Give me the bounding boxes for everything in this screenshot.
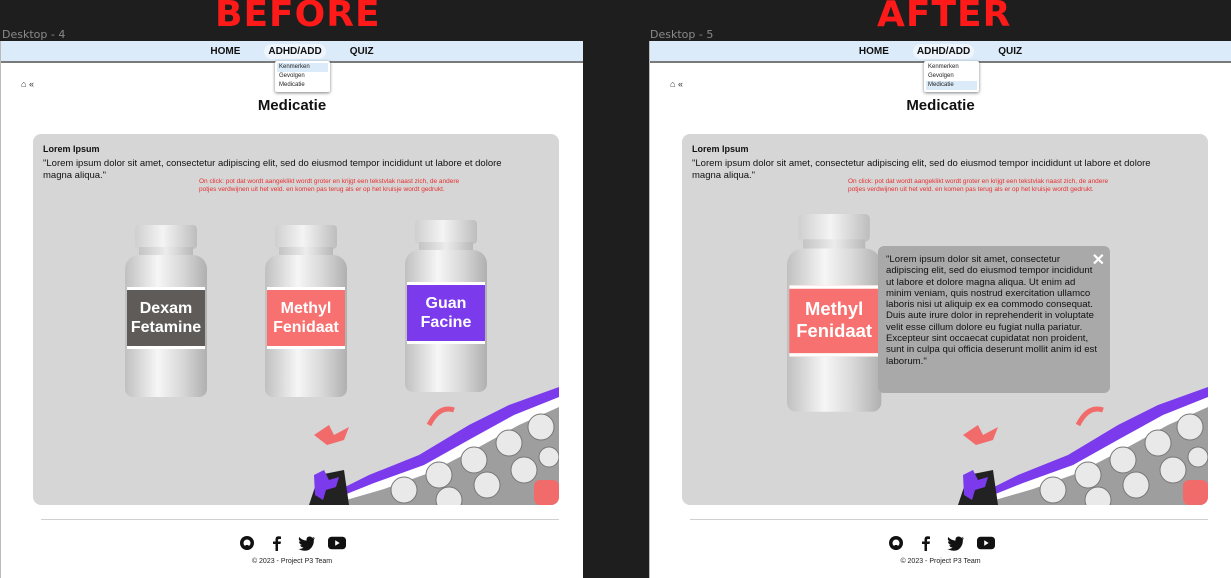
home-icon[interactable]: ⌂ — [670, 79, 675, 89]
footer-divider — [41, 519, 559, 520]
pill-bottle-dexamfetamine[interactable]: Dexam Fetamine — [125, 225, 207, 397]
breadcrumb: ⌂ « — [670, 79, 683, 89]
pill-label: Methyl Fenidaat — [267, 287, 345, 349]
annotation-note: On click: pot dat wordt aangeklikt wordt… — [199, 178, 460, 193]
popup-text: "Lorem ipsum dolor sit amet, consectetur… — [886, 254, 1097, 367]
home-icon[interactable]: ⌂ — [21, 79, 26, 89]
top-nav: HOME ADHD/ADD QUIZ — [650, 41, 1231, 63]
twitter-icon[interactable] — [298, 534, 316, 552]
after-heading: AFTER — [877, 0, 1012, 35]
nav-home[interactable]: HOME — [206, 44, 244, 59]
medication-info-popup: ✕ "Lorem ipsum dolor sit amet, consectet… — [878, 246, 1110, 393]
panel-title: Lorem Ipsum — [692, 144, 749, 154]
pill-bottle-methylfenidaat[interactable]: Methyl Fenidaat — [265, 225, 347, 397]
copyright: © 2023 - Project P3 Team — [251, 558, 333, 565]
footer-divider — [690, 519, 1208, 520]
youtube-icon[interactable] — [976, 534, 995, 552]
frame-label-after: Desktop - 5 — [650, 28, 714, 41]
before-heading: BEFORE — [215, 0, 381, 35]
twitter-icon[interactable] — [946, 534, 965, 552]
breadcrumb: ⌂ « — [21, 79, 34, 89]
nav-adhd[interactable]: ADHD/ADD — [264, 43, 326, 59]
social-icons — [650, 534, 1231, 552]
dropdown-item-gevolgen[interactable]: Gevolgen — [277, 72, 328, 81]
dropdown-item-medicatie[interactable]: Medicatie — [277, 81, 328, 90]
top-nav: HOME ADHD/ADD QUIZ — [1, 41, 583, 63]
back-chevron[interactable]: « — [29, 79, 34, 89]
nav-quiz[interactable]: QUIZ — [346, 44, 378, 59]
nav-quiz[interactable]: QUIZ — [994, 44, 1026, 59]
page-title: Medicatie — [906, 97, 975, 114]
github-icon[interactable] — [887, 534, 905, 552]
social-icons — [1, 534, 583, 552]
panel-title: Lorem Ipsum — [43, 144, 100, 154]
github-icon[interactable] — [238, 534, 256, 552]
pill-bottle-methylfenidaat[interactable]: Methyl Fenidaat — [787, 214, 882, 412]
pill-bottle-guanfacine[interactable]: Guan Facine — [405, 220, 487, 392]
dropdown-item-gevolgen[interactable]: Gevolgen — [926, 72, 977, 81]
pill-label: Methyl Fenidaat — [789, 285, 879, 357]
youtube-icon[interactable] — [328, 534, 346, 552]
adhd-dropdown: Kenmerken Gevolgen Medicatie — [924, 61, 979, 92]
back-chevron[interactable]: « — [678, 79, 683, 89]
dropdown-item-medicatie[interactable]: Medicatie — [926, 81, 977, 90]
facebook-icon[interactable] — [268, 534, 286, 552]
blister-pack-illustration — [958, 387, 1208, 505]
dropdown-item-kenmerken[interactable]: Kenmerken — [926, 63, 977, 72]
copyright: © 2023 - Project P3 Team — [900, 558, 981, 565]
pill-label: Dexam Fetamine — [127, 287, 205, 349]
facebook-icon[interactable] — [917, 534, 935, 552]
page-title: Medicatie — [257, 97, 327, 114]
nav-home[interactable]: HOME — [855, 44, 893, 59]
content-panel: Lorem Ipsum "Lorem ipsum dolor sit amet,… — [33, 134, 559, 505]
nav-adhd[interactable]: ADHD/ADD — [912, 43, 975, 59]
annotation-note: On click: pot dat wordt aangeklikt wordt… — [848, 178, 1109, 193]
frame-after: HOME ADHD/ADD QUIZ Kenmerken Gevolgen Me… — [649, 41, 1231, 578]
frame-before: HOME ADHD/ADD QUIZ Kenmerken Gevolgen Me… — [0, 41, 583, 578]
adhd-dropdown: Kenmerken Gevolgen Medicatie — [275, 61, 330, 92]
frame-label-before: Desktop - 4 — [2, 28, 66, 41]
content-panel: Lorem Ipsum "Lorem ipsum dolor sit amet,… — [682, 134, 1208, 505]
close-icon[interactable]: ✕ — [1092, 250, 1105, 270]
blister-pack-illustration — [309, 387, 559, 505]
dropdown-item-kenmerken[interactable]: Kenmerken — [277, 63, 328, 72]
pill-label: Guan Facine — [407, 282, 485, 344]
